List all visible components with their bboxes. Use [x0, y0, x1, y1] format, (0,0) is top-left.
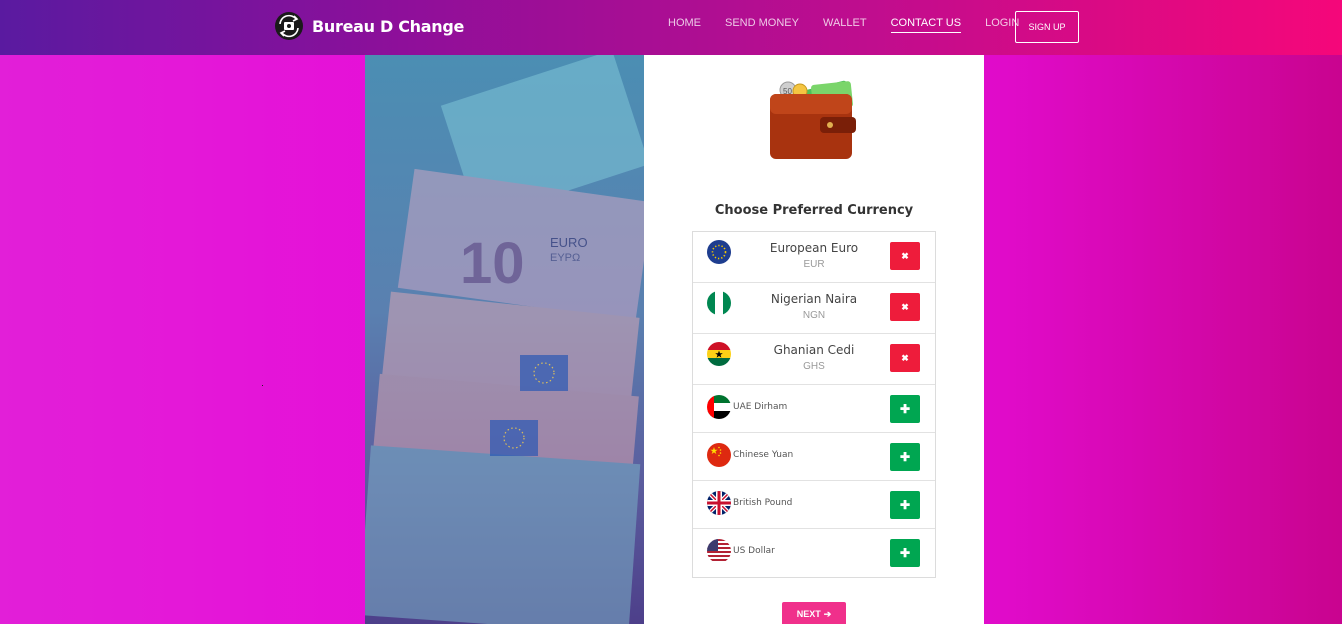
currency-name: Chinese Yuan	[733, 450, 794, 460]
currency-row-aed: UAE Dirham ✚	[693, 385, 935, 433]
currency-name: US Dollar	[733, 546, 775, 556]
currency-name: Nigerian Naira	[770, 292, 858, 306]
eu-flag-icon	[707, 240, 731, 264]
banknote-denomination-label: 10	[460, 231, 525, 296]
add-usd-button[interactable]: ✚	[890, 539, 920, 567]
currency-row-gbp: British Pound ✚	[693, 481, 935, 529]
currency-name: UAE Dirham	[733, 402, 788, 412]
currency-exchange-icon	[275, 12, 303, 40]
currency-row-eur: European Euro EUR ✖	[693, 232, 935, 283]
nav-send-money-link[interactable]: SEND MONEY	[725, 17, 799, 33]
plus-icon: ✚	[899, 546, 911, 560]
currency-name: European Euro	[769, 241, 859, 255]
ghana-flag-icon	[707, 342, 731, 366]
currency-code: NGN	[802, 310, 826, 321]
banknote-euro-label: EURO	[550, 235, 588, 250]
banknotes-illustration: EURO ΕΥΡΩ 10	[365, 55, 644, 624]
nav-wallet-link[interactable]: WALLET	[823, 17, 867, 33]
nav-links: HOME SEND MONEY WALLET CONTACT US LOGIN	[668, 17, 1043, 33]
plus-icon: ✚	[899, 498, 911, 512]
brand-name: Bureau D Change	[312, 16, 465, 36]
page-title: Choose Preferred Currency	[714, 203, 914, 218]
close-icon: ✖	[901, 301, 909, 312]
remove-ghs-button[interactable]: ✖	[890, 344, 920, 372]
currency-row-usd: US Dollar ✚	[693, 529, 935, 577]
arrow-right-icon: ➔	[823, 608, 832, 619]
uae-flag-icon	[707, 395, 731, 419]
add-cny-button[interactable]: ✚	[890, 443, 920, 471]
next-label: NEXT	[796, 609, 821, 619]
currency-row-cny: Chinese Yuan ✚	[693, 433, 935, 481]
remove-ngn-button[interactable]: ✖	[890, 293, 920, 321]
china-flag-icon	[707, 443, 731, 467]
currency-code: GHS	[803, 361, 825, 372]
brand-logo-link[interactable]: Bureau D Change	[274, 10, 464, 42]
nav-contact-us-link[interactable]: CONTACT US	[890, 17, 962, 33]
wallet-icon: 50	[770, 80, 856, 159]
add-aed-button[interactable]: ✚	[890, 395, 920, 423]
remove-eur-button[interactable]: ✖	[890, 242, 920, 270]
sign-up-button[interactable]: SIGN UP	[1015, 11, 1079, 43]
top-navbar: Bureau D Change HOME SEND MONEY WALLET C…	[0, 0, 1342, 55]
banknote-greek-label: ΕΥΡΩ	[550, 252, 580, 264]
plus-icon: ✚	[899, 402, 911, 416]
currency-card: 50 Choose Preferred Currency European Eu…	[644, 55, 984, 624]
nav-home-link[interactable]: HOME	[668, 17, 701, 33]
currency-list: European Euro EUR ✖ Nigerian Naira NGN ✖…	[692, 231, 936, 578]
us-flag-icon	[707, 539, 731, 563]
close-icon: ✖	[901, 352, 909, 363]
add-gbp-button[interactable]: ✚	[890, 491, 920, 519]
banknotes-photo: EURO ΕΥΡΩ 10	[365, 55, 644, 624]
currency-row-ngn: Nigerian Naira NGN ✖	[693, 283, 935, 334]
currency-name: Ghanian Cedi	[773, 343, 855, 357]
currency-code: EUR	[803, 259, 825, 270]
close-icon: ✖	[901, 250, 909, 261]
next-button[interactable]: NEXT ➔	[782, 602, 846, 624]
uk-flag-icon	[707, 491, 731, 515]
stray-dot	[262, 385, 263, 386]
currency-name: British Pound	[733, 498, 793, 508]
currency-row-ghs: Ghanian Cedi GHS ✖	[693, 334, 935, 385]
nigeria-flag-icon	[707, 291, 731, 315]
plus-icon: ✚	[899, 450, 911, 464]
